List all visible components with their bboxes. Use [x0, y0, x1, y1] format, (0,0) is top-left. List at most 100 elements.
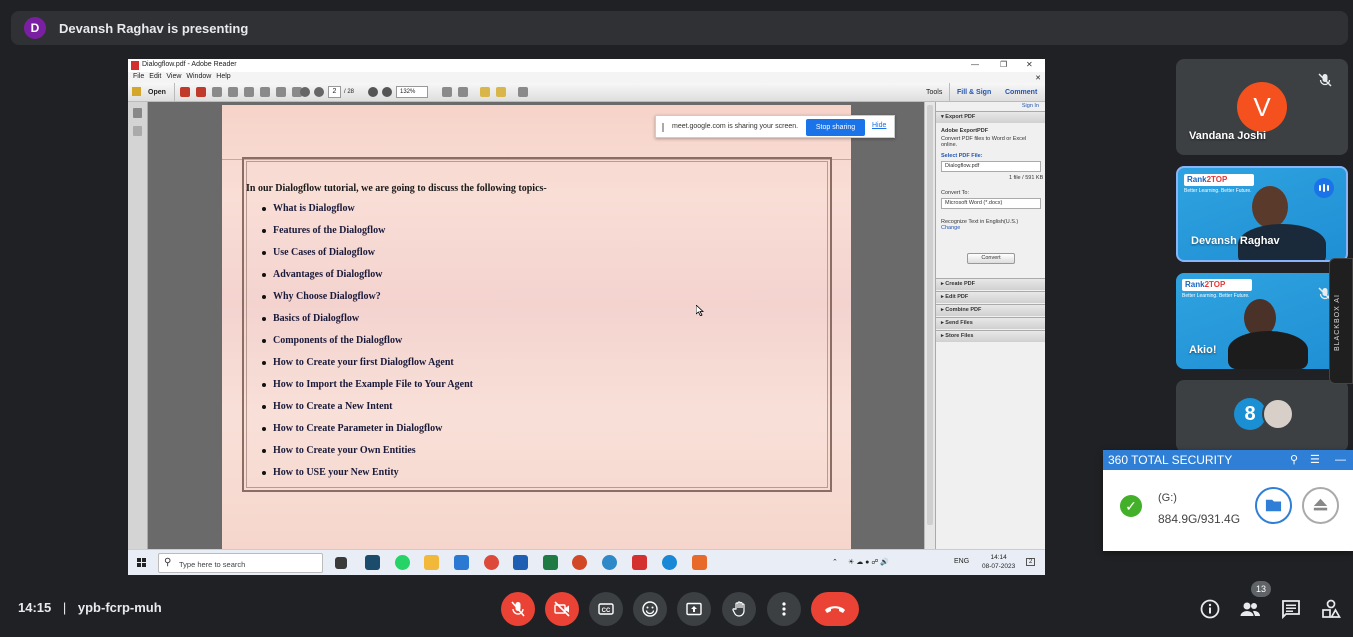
- edit-icon[interactable]: [212, 87, 222, 97]
- adobe-reader-icon[interactable]: [632, 555, 647, 570]
- tools-tab[interactable]: Tools: [926, 89, 942, 96]
- fit-page-icon[interactable]: [442, 87, 452, 97]
- document-scrollbar[interactable]: [924, 102, 935, 549]
- task-view-icon[interactable]: [335, 557, 347, 569]
- participant-avatar: V: [1237, 82, 1287, 132]
- doc-close-icon[interactable]: ✕: [1035, 74, 1041, 82]
- restore-icon[interactable]: ❐: [1000, 60, 1007, 69]
- zoom-select[interactable]: 132%: [396, 86, 428, 98]
- close-icon[interactable]: ✕: [1026, 60, 1033, 69]
- captions-button[interactable]: CC: [589, 592, 623, 626]
- scrollbar-thumb[interactable]: [927, 105, 933, 525]
- info-icon[interactable]: [1199, 598, 1221, 620]
- print-icon[interactable]: [276, 87, 286, 97]
- file-explorer-icon[interactable]: [424, 555, 439, 570]
- prev-page-icon[interactable]: [300, 87, 310, 97]
- excel-icon[interactable]: [543, 555, 558, 570]
- minimize-icon[interactable]: —: [971, 60, 979, 69]
- notification-badge[interactable]: 2: [1026, 558, 1036, 566]
- participant-tile[interactable]: V Vandana Joshi: [1176, 59, 1348, 155]
- more-options-button[interactable]: [767, 592, 801, 626]
- app-icon[interactable]: [692, 555, 707, 570]
- reactions-button[interactable]: [633, 592, 667, 626]
- fill-sign-tab[interactable]: Fill & Sign: [957, 89, 991, 96]
- folder-icon[interactable]: [132, 87, 141, 96]
- tray-chevron-icon[interactable]: ⌃: [832, 558, 838, 566]
- open-button[interactable]: Open: [148, 89, 166, 96]
- page-number-input[interactable]: 2: [328, 86, 341, 98]
- taskbar-date: 08-07-2023: [982, 563, 1016, 570]
- save-icon[interactable]: [260, 87, 270, 97]
- create-pdf-header[interactable]: ▸ Create PDF: [936, 278, 1045, 290]
- store-files-header[interactable]: ▸ Store Files: [936, 330, 1045, 342]
- brand-logo-b: 2TOP: [1206, 175, 1228, 184]
- menu-file[interactable]: File: [133, 73, 144, 83]
- chrome-icon[interactable]: [484, 555, 499, 570]
- export-pdf-header[interactable]: ▾ Export PDF: [936, 111, 1045, 123]
- shared-screen[interactable]: Dialogflow.pdf - Adobe Reader — ❐ ✕ File…: [128, 59, 1045, 575]
- export-icon[interactable]: [196, 87, 206, 97]
- eject-icon[interactable]: [1302, 487, 1339, 524]
- outlook-icon[interactable]: [513, 555, 528, 570]
- menu-help[interactable]: Help: [216, 73, 230, 83]
- edit-pdf-header[interactable]: ▸ Edit PDF: [936, 291, 1045, 303]
- menu-edit[interactable]: Edit: [149, 73, 161, 83]
- taskbar-search[interactable]: ⚲ Type here to search: [158, 553, 323, 573]
- attachments-icon[interactable]: [133, 126, 142, 136]
- menu-icon[interactable]: ☰: [1310, 450, 1320, 470]
- participant-count-badge: 13: [1251, 581, 1271, 597]
- whatsapp-icon[interactable]: [395, 555, 410, 570]
- expand-icon[interactable]: [518, 87, 528, 97]
- fit-width-icon[interactable]: [458, 87, 468, 97]
- cloud-icon[interactable]: [228, 87, 238, 97]
- change-link[interactable]: Change: [941, 225, 960, 231]
- drag-handle-icon[interactable]: [662, 123, 664, 132]
- convert-to-select[interactable]: Microsoft Word (*.docx): [941, 198, 1041, 209]
- comment-icon[interactable]: [480, 87, 490, 97]
- convert-button[interactable]: Convert: [967, 253, 1015, 264]
- powerpoint-icon[interactable]: [572, 555, 587, 570]
- selected-file-field[interactable]: Dialogflow.pdf: [941, 161, 1041, 172]
- mic-toggle-button[interactable]: [501, 592, 535, 626]
- menu-view[interactable]: View: [166, 73, 181, 83]
- taskbar-clock[interactable]: 14:14 08-07-2023: [982, 553, 1015, 571]
- raise-hand-button[interactable]: [722, 592, 756, 626]
- app-icon[interactable]: [365, 555, 380, 570]
- chat-icon[interactable]: [1280, 598, 1302, 620]
- leave-call-button[interactable]: [811, 592, 859, 626]
- participant-tile[interactable]: Rank2TOP Better Learning. Better Future.…: [1176, 273, 1348, 369]
- combine-pdf-header[interactable]: ▸ Combine PDF: [936, 304, 1045, 316]
- stop-sharing-button[interactable]: Stop sharing: [806, 119, 865, 136]
- folder-icon[interactable]: [1255, 487, 1292, 524]
- search-icon[interactable]: ⚲: [1290, 450, 1298, 470]
- language-indicator[interactable]: ENG: [954, 558, 969, 565]
- vscode-icon[interactable]: [454, 555, 469, 570]
- comment-tab[interactable]: Comment: [1005, 89, 1037, 96]
- people-icon[interactable]: [1239, 598, 1261, 620]
- minimize-icon[interactable]: —: [1335, 450, 1346, 470]
- zoom-in-icon[interactable]: [382, 87, 392, 97]
- activities-icon[interactable]: [1320, 598, 1342, 620]
- camera-toggle-button[interactable]: [545, 592, 579, 626]
- participant-tile[interactable]: Rank2TOP Better Learning. Better Future.…: [1176, 166, 1348, 262]
- zoom-out-icon[interactable]: [368, 87, 378, 97]
- meeting-code[interactable]: ypb-fcrp-muh: [78, 600, 162, 615]
- edge-icon[interactable]: [662, 555, 677, 570]
- create-pdf-icon[interactable]: [180, 87, 190, 97]
- menu-window[interactable]: Window: [186, 73, 211, 83]
- others-tile[interactable]: 8: [1176, 380, 1348, 452]
- send-files-header[interactable]: ▸ Send Files: [936, 317, 1045, 329]
- mail-icon[interactable]: [244, 87, 254, 97]
- presenting-text: Devansh Raghav is presenting: [59, 20, 249, 36]
- combine-pdf-label: Combine PDF: [945, 307, 982, 313]
- next-page-icon[interactable]: [314, 87, 324, 97]
- blackbox-ai-tab[interactable]: BLACKBOX AI: [1329, 258, 1353, 384]
- highlight-icon[interactable]: [496, 87, 506, 97]
- page-total: / 28: [344, 89, 355, 95]
- browser-icon[interactable]: [602, 555, 617, 570]
- windows-start-icon[interactable]: [137, 558, 147, 568]
- present-button[interactable]: [677, 592, 711, 626]
- hide-link[interactable]: Hide: [872, 122, 886, 129]
- sign-in-link[interactable]: Sign In: [1022, 103, 1039, 109]
- page-thumbnails-icon[interactable]: [133, 108, 142, 118]
